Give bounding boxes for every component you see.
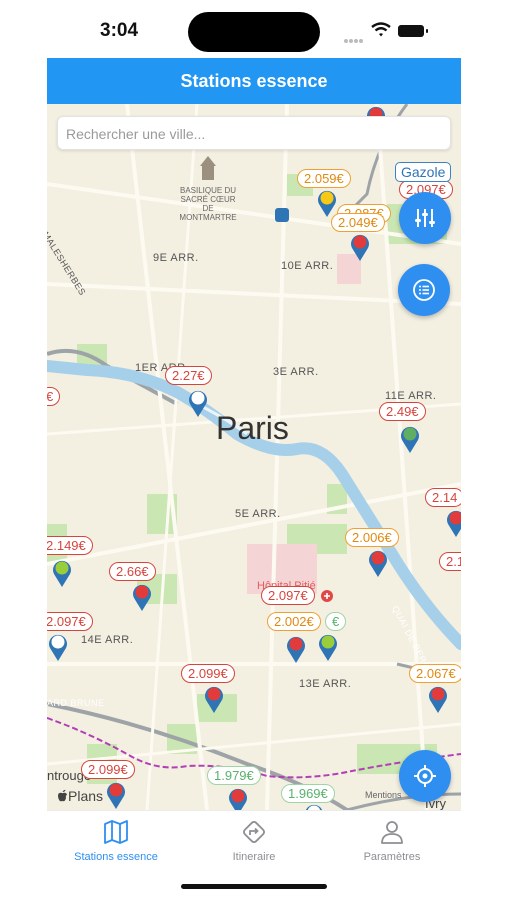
nav-header: Stations essence	[47, 58, 461, 104]
station-pin-icon[interactable]	[349, 232, 371, 262]
tab-label: Stations essence	[74, 851, 158, 863]
station-price-tag[interactable]: 2.66€	[109, 562, 156, 581]
station-price-tag[interactable]: 1.979€	[207, 766, 261, 785]
dynamic-island	[188, 12, 320, 52]
station-pin-icon[interactable]	[317, 632, 339, 662]
locate-me-button[interactable]	[399, 750, 451, 802]
legal-link[interactable]: Mentions	[365, 790, 402, 800]
station-price-tag[interactable]: 2.14	[425, 488, 461, 507]
landmark-label: BASILIQUE DU SACRÉ CŒUR DE MONTMARTRE	[179, 186, 237, 222]
page-title: Stations essence	[180, 71, 328, 91]
street-label: ARD BRUNE	[47, 698, 105, 708]
station-pin-icon[interactable]	[367, 548, 389, 578]
station-pin-icon[interactable]	[285, 634, 307, 664]
map-base	[47, 104, 461, 810]
district-label: 9E ARR.	[153, 252, 199, 264]
station-pin-icon[interactable]	[316, 188, 338, 218]
search-placeholder: Rechercher une ville...	[66, 126, 206, 142]
fuel-type-badge[interactable]: Gazole	[395, 162, 452, 182]
city-label: Paris	[216, 410, 289, 446]
station-price-tag[interactable]: 2.059€	[297, 169, 351, 188]
crosshair-icon	[414, 765, 436, 787]
district-label: 3E ARR.	[273, 366, 319, 378]
station-price-tag[interactable]: 2.097€	[47, 612, 93, 631]
map-icon	[104, 820, 128, 844]
status-time: 3:04	[100, 20, 139, 41]
tab-label: Itineraire	[232, 851, 276, 863]
district-label: 10E ARR.	[281, 260, 334, 272]
station-price-tag[interactable]: 2.067€	[409, 664, 461, 683]
tab-stations[interactable]: Stations essence	[47, 811, 185, 873]
station-price-tag[interactable]: 2.149€	[47, 536, 93, 555]
station-pin-icon[interactable]	[427, 684, 449, 714]
station-pin-icon[interactable]	[399, 424, 421, 454]
station-pin-icon[interactable]	[131, 582, 153, 612]
wifi-icon	[371, 22, 391, 37]
list-icon	[413, 279, 435, 301]
person-icon	[381, 821, 403, 844]
station-price-tag[interactable]: 2.1	[439, 552, 461, 571]
station-pin-icon[interactable]	[51, 558, 73, 588]
filter-button[interactable]	[399, 192, 451, 244]
station-pin-icon[interactable]	[203, 684, 225, 714]
map-view[interactable]: BASILIQUE DU SACRÉ CŒUR DE MONTMARTRE 9E…	[47, 104, 461, 810]
station-price-tag[interactable]: 2.27€	[165, 366, 212, 385]
maps-attribution: Plans	[57, 788, 103, 804]
station-pin-icon[interactable]	[303, 802, 325, 810]
status-bar: 3:04	[0, 0, 507, 58]
directions-icon	[243, 821, 265, 843]
station-price-tag[interactable]: €	[325, 612, 347, 631]
tab-bar: Stations essence Itineraire Paramètres	[47, 810, 461, 872]
attribution-text: Plans	[68, 788, 104, 804]
search-input[interactable]: Rechercher une ville...	[57, 116, 451, 150]
station-price-tag[interactable]: 2.099€	[181, 664, 235, 683]
station-pin-icon[interactable]	[105, 780, 127, 810]
district-label: 13E ARR.	[299, 678, 352, 690]
station-price-tag[interactable]: 2.097€	[261, 586, 315, 605]
station-pin-icon[interactable]	[47, 632, 69, 662]
district-label: 11E ARR.	[385, 390, 437, 402]
station-price-tag[interactable]: 1.969€	[281, 784, 335, 803]
station-price-tag[interactable]: 2.006€	[345, 528, 399, 547]
sliders-icon	[415, 209, 435, 227]
district-label: 5E ARR.	[235, 508, 281, 520]
battery-icon	[398, 25, 428, 37]
list-view-button[interactable]	[398, 264, 450, 316]
tab-itineraire[interactable]: Itineraire	[185, 811, 323, 873]
tab-label: Paramètres	[363, 851, 421, 863]
station-price-tag[interactable]: 2.002€	[267, 612, 321, 631]
station-price-tag[interactable]: 2.099€	[81, 760, 135, 779]
phone-screen: 3:04 Stations essence BASILIQUE DU SACRÉ…	[0, 0, 507, 900]
station-price-tag[interactable]: 2.049€	[331, 213, 385, 232]
station-price-tag[interactable]: 2.49€	[379, 402, 426, 421]
tab-parametres[interactable]: Paramètres	[323, 811, 461, 873]
apple-logo-icon	[58, 789, 67, 802]
cellular-signal-icon	[344, 30, 366, 43]
district-label: 14E ARR.	[81, 634, 134, 646]
home-indicator[interactable]	[181, 884, 327, 889]
station-pin-icon[interactable]	[445, 508, 461, 538]
station-pin-icon[interactable]	[187, 388, 209, 418]
station-pin-icon[interactable]	[227, 786, 249, 810]
